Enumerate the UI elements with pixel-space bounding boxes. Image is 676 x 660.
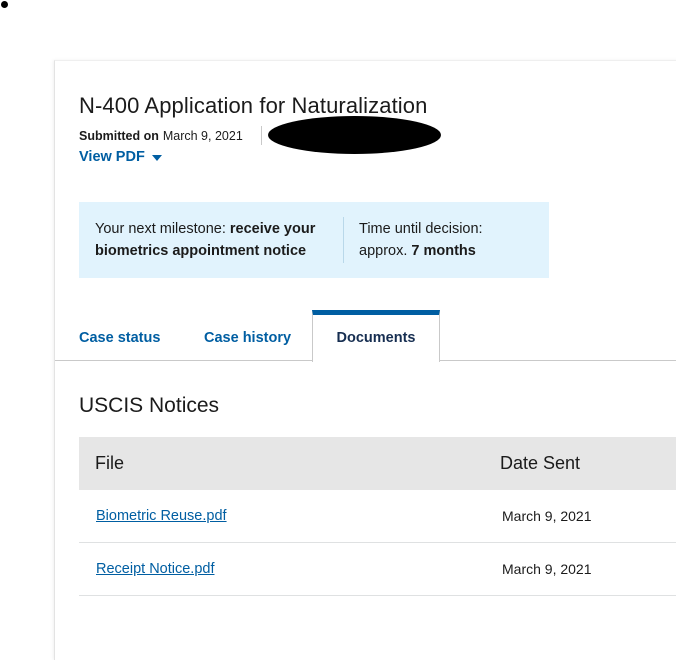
milestone-prefix: Your next milestone:: [95, 221, 226, 237]
notices-title: USCIS Notices: [79, 394, 220, 417]
notices-table: File Date Sent Biometric Reuse.pdf March…: [79, 437, 676, 596]
tab-case-status[interactable]: Case status: [79, 330, 160, 346]
redaction-mark: [268, 116, 441, 154]
next-milestone: Your next milestone: receive your biomet…: [79, 218, 343, 262]
column-header-file: File: [95, 453, 125, 473]
time-value: 7 months: [411, 243, 476, 259]
tab-documents[interactable]: Documents: [312, 310, 440, 362]
tab-documents-label: Documents: [336, 329, 416, 346]
view-pdf-label: View PDF: [79, 149, 145, 165]
submitted-info: Submitted on March 9, 2021: [79, 129, 243, 143]
file-link-receipt-notice[interactable]: Receipt Notice.pdf: [96, 561, 214, 577]
file-link-biometric-reuse[interactable]: Biometric Reuse.pdf: [96, 508, 227, 524]
date-cell: March 9, 2021: [502, 508, 592, 524]
time-prefix: approx.: [359, 243, 408, 259]
view-pdf-button[interactable]: View PDF: [79, 149, 162, 165]
bullet-dot: [1, 1, 8, 8]
date-cell: March 9, 2021: [502, 561, 592, 577]
submitted-label: Submitted on: [79, 129, 159, 143]
table-header: File Date Sent: [79, 437, 676, 490]
table-row: Receipt Notice.pdf March 9, 2021: [79, 543, 676, 596]
column-header-date-sent: Date Sent: [500, 453, 581, 473]
time-label: Time until decision:: [359, 221, 483, 237]
time-until-decision: Time until decision: approx. 7 months: [344, 218, 483, 262]
file-cell: Receipt Notice.pdf: [79, 561, 502, 577]
table-row: Biometric Reuse.pdf March 9, 2021: [79, 490, 676, 543]
submitted-date: March 9, 2021: [162, 129, 243, 143]
header-divider: [261, 126, 262, 145]
tab-case-history[interactable]: Case history: [204, 330, 291, 346]
file-cell: Biometric Reuse.pdf: [79, 508, 502, 524]
milestone-banner: Your next milestone: receive your biomet…: [79, 202, 549, 278]
page-title: N-400 Application for Naturalization: [79, 93, 428, 118]
caret-down-icon: [151, 154, 162, 161]
